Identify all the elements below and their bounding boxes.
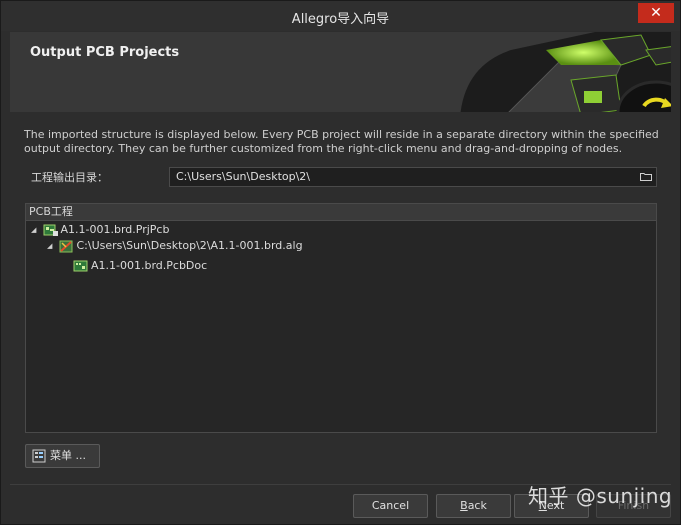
tree-node-label: C:\Users\Sun\Desktop\2\A1.1-001.brd.alg bbox=[76, 239, 303, 252]
output-dir-value: C:\Users\Sun\Desktop\2\ bbox=[176, 170, 311, 183]
close-icon: ✕ bbox=[650, 5, 662, 21]
pcbdoc-icon bbox=[73, 260, 88, 272]
tree-node-alg-file[interactable]: ◢ C:\Users\Sun\Desktop\2\A1.1-001.brd.al… bbox=[47, 238, 303, 254]
back-button[interactable]: Back bbox=[436, 494, 511, 518]
folder-browse-icon[interactable] bbox=[640, 172, 652, 181]
tree-node-label: A1.1-001.brd.PrjPcb bbox=[60, 223, 170, 236]
cancel-button[interactable]: Cancel bbox=[353, 494, 428, 518]
close-button[interactable]: ✕ bbox=[638, 3, 674, 23]
import-wizard-graphic-icon bbox=[460, 32, 671, 112]
project-tree[interactable]: PCB工程 ◢ A1.1-001.brd.PrjPcb ◢ C:\Users\S… bbox=[25, 203, 657, 433]
menu-button[interactable]: 菜单 ... bbox=[25, 444, 100, 468]
output-dir-input[interactable]: C:\Users\Sun\Desktop\2\ bbox=[169, 167, 657, 187]
menu-list-icon bbox=[32, 449, 46, 463]
allegro-import-wizard-window: Allegro导入向导 ✕ Output PCB Projects The im… bbox=[0, 0, 681, 525]
menu-button-label: 菜单 ... bbox=[50, 449, 86, 462]
title-bar: Allegro导入向导 ✕ bbox=[1, 1, 680, 31]
window-title: Allegro导入向导 bbox=[291, 12, 390, 27]
back-mnemonic: B bbox=[460, 499, 468, 512]
allegro-file-icon bbox=[59, 240, 72, 253]
tree-node-pcbdoc[interactable]: A1.1-001.brd.PcbDoc bbox=[73, 258, 207, 274]
expand-triangle-icon[interactable]: ◢ bbox=[31, 222, 39, 238]
prjpcb-icon bbox=[43, 224, 58, 236]
description-text: The imported structure is displayed belo… bbox=[24, 128, 659, 155]
output-dir-label: 工程输出目录： bbox=[31, 171, 108, 184]
tree-node-prjpcb[interactable]: ◢ A1.1-001.brd.PrjPcb bbox=[31, 222, 169, 238]
expand-triangle-icon[interactable]: ◢ bbox=[47, 238, 55, 254]
tree-column-header: PCB工程 bbox=[26, 204, 656, 221]
zhihu-watermark: 知乎 @sunjing bbox=[528, 484, 673, 508]
cancel-button-label: Cancel bbox=[371, 499, 410, 512]
tree-node-label: A1.1-001.brd.PcbDoc bbox=[91, 259, 208, 272]
back-button-label: ack bbox=[467, 499, 487, 512]
banner-title: Output PCB Projects bbox=[30, 45, 180, 60]
wizard-banner: Output PCB Projects bbox=[10, 32, 671, 112]
